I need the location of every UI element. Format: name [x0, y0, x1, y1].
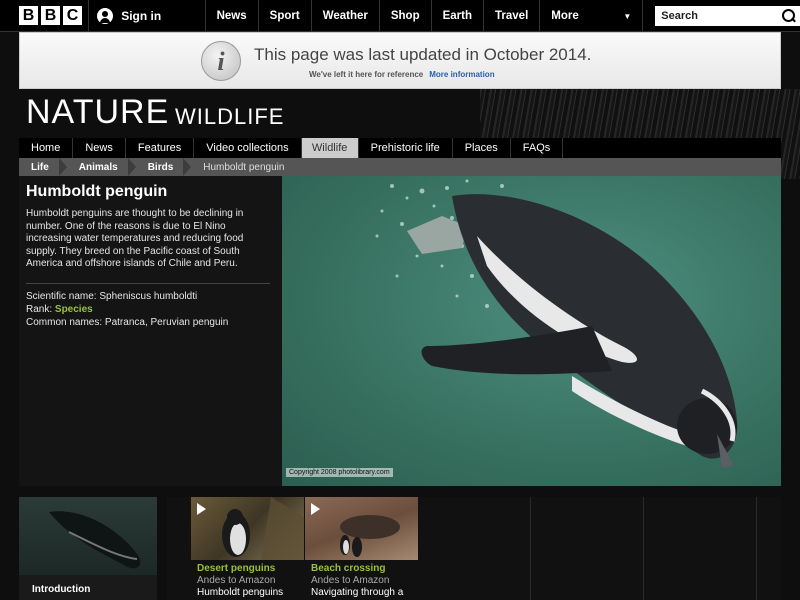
tab-prehistoric-life[interactable]: Prehistoric life — [359, 138, 453, 158]
info-icon: i — [201, 41, 241, 81]
nav-shop[interactable]: Shop — [380, 0, 432, 32]
penguin-photo: Copyright 2008 photolibrary.com — [282, 176, 781, 486]
chevron-right-icon — [58, 158, 67, 176]
video-series: Andes to Amazon — [197, 575, 276, 586]
nav-sport[interactable]: Sport — [259, 0, 312, 32]
logo-letter: B — [19, 6, 38, 25]
breadcrumb-item[interactable]: Animals — [67, 158, 136, 176]
tab-home[interactable]: Home — [19, 138, 74, 158]
scientific-name-label: Scientific name: — [26, 291, 100, 302]
species-description: Humboldt penguins are thought to be decl… — [26, 208, 244, 269]
tab-wildlife[interactable]: Wildlife — [301, 138, 359, 158]
common-names-label: Common names: — [26, 317, 105, 328]
introduction-card[interactable]: Introduction — [19, 497, 157, 600]
tab-faqs[interactable]: FAQs — [511, 138, 564, 158]
penguin-illustration — [375, 179, 738, 468]
tab-places[interactable]: Places — [453, 138, 511, 158]
global-nav: News Sport Weather Shop Earth Travel Mor… — [204, 0, 644, 32]
more-label: More — [551, 10, 579, 22]
breadcrumb-label: Life — [31, 161, 49, 173]
column-separator — [643, 497, 644, 600]
column-separator — [756, 497, 757, 600]
more-information-link[interactable]: More information — [429, 70, 494, 79]
breadcrumb-label: Animals — [78, 161, 118, 173]
play-icon — [311, 503, 320, 515]
common-names: Patranca, Peruvian penguin — [104, 317, 229, 328]
logo-letter: C — [63, 6, 82, 25]
video-thumbnail — [191, 497, 304, 560]
desert-penguins-thumb — [222, 497, 304, 560]
species-name: Humboldt penguin — [26, 183, 168, 200]
breadcrumb-label: Birds — [147, 161, 174, 173]
play-icon — [197, 503, 206, 515]
search-input[interactable] — [661, 10, 782, 22]
column-separator — [530, 497, 531, 600]
caret-down-icon: ▼ — [623, 11, 632, 21]
video-description: Navigating through a — [311, 587, 404, 598]
nav-news[interactable]: News — [206, 0, 259, 32]
notice-title: This page was last updated in October 20… — [254, 45, 592, 64]
bbc-logo[interactable]: B B C — [0, 0, 88, 31]
video-title: Desert penguins — [197, 563, 276, 574]
tab-features[interactable]: Features — [126, 138, 195, 158]
video-title: Beach crossing — [311, 563, 386, 574]
breadcrumb-label: Humboldt penguin — [203, 161, 285, 173]
section-nav: Home News Features Video collections Wil… — [19, 138, 781, 158]
species-facts: Scientific name: Spheniscus humboldti Ra… — [26, 290, 228, 329]
introduction-label: Introduction — [32, 584, 91, 595]
video-thumbnail — [305, 497, 418, 560]
photo-copyright: Copyright 2008 photolibrary.com — [286, 468, 393, 477]
video-series: Andes to Amazon — [311, 575, 390, 586]
chevron-right-icon — [127, 158, 136, 176]
scientific-name-row: Scientific name: Spheniscus humboldti — [26, 290, 228, 303]
tab-video-collections[interactable]: Video collections — [194, 138, 302, 158]
breadcrumb-item[interactable]: Birds — [136, 158, 192, 176]
video-clip-card[interactable]: Beach crossing Andes to Amazon Navigatin… — [305, 497, 418, 600]
section-title: WILDLIFE — [175, 104, 285, 129]
sign-in-link[interactable]: Sign in — [88, 0, 204, 31]
bbc-global-bar: B B C Sign in News Sport Weather Shop Ea… — [0, 0, 800, 32]
notice-subtitle: We've left it here for reference More inf… — [309, 70, 495, 79]
search-box — [655, 6, 800, 26]
rank-link[interactable]: Species — [55, 304, 93, 315]
video-clips: Desert penguins Andes to Amazon Humboldt… — [167, 497, 781, 600]
common-names-row: Common names: Patranca, Peruvian penguin — [26, 316, 228, 329]
breadcrumb: Life Animals Birds Humboldt penguin — [19, 158, 781, 176]
search-icon[interactable] — [782, 9, 796, 23]
chevron-right-icon — [183, 158, 192, 176]
video-clip-card[interactable]: Desert penguins Andes to Amazon Humboldt… — [191, 497, 304, 600]
scientific-name: Spheniscus humboldti — [99, 291, 198, 302]
nav-travel[interactable]: Travel — [484, 0, 541, 32]
video-description: Humboldt penguins — [197, 587, 284, 598]
rank-row: Rank: Species — [26, 303, 228, 316]
nav-weather[interactable]: Weather — [312, 0, 380, 32]
sign-in-label: Sign in — [121, 8, 162, 23]
introduction-thumbnail — [19, 497, 157, 575]
user-icon — [97, 7, 114, 24]
breadcrumb-current: Humboldt penguin — [191, 158, 284, 176]
divider — [26, 283, 270, 284]
nav-more-dropdown[interactable]: More ▼ — [540, 0, 644, 32]
tab-news[interactable]: News — [73, 138, 126, 158]
logo-letter: B — [41, 6, 60, 25]
rank-label: Rank: — [26, 304, 55, 315]
site-title[interactable]: NATURE — [26, 93, 169, 132]
species-info-panel: Humboldt penguin Humboldt penguins are t… — [19, 176, 282, 486]
archive-notice: i This page was last updated in October … — [19, 32, 781, 89]
penguin-thumb-illustration — [49, 511, 141, 569]
breadcrumb-item[interactable]: Life — [19, 158, 67, 176]
beach-crossing-thumb — [340, 515, 400, 557]
notice-sub-text: We've left it here for reference — [309, 70, 424, 79]
nav-earth[interactable]: Earth — [432, 0, 485, 32]
